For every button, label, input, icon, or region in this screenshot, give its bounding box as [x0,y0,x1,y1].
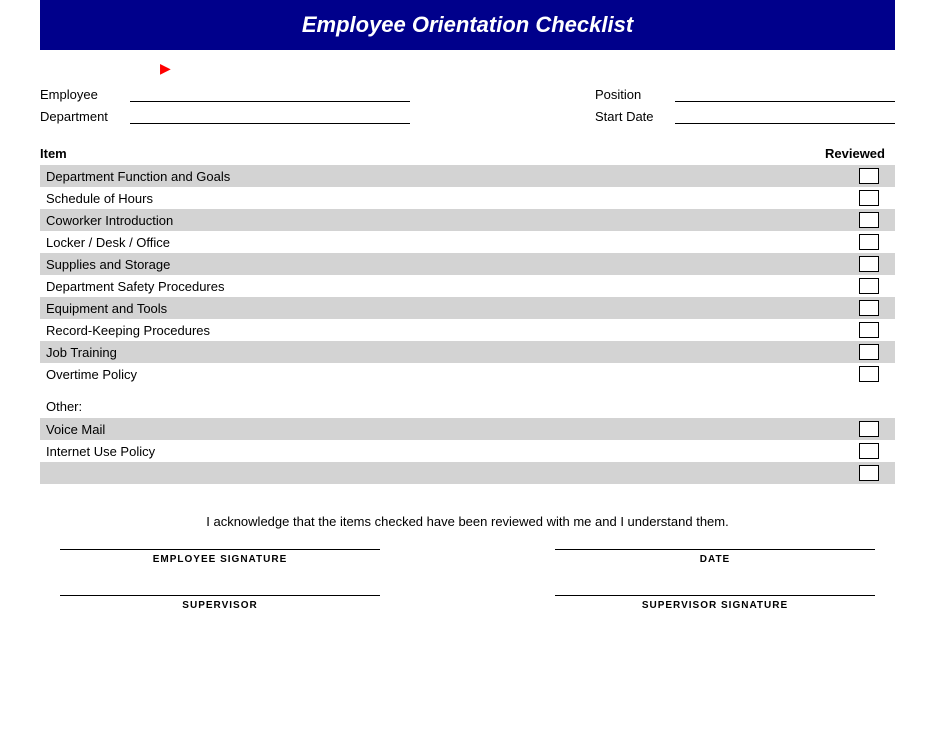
checklist-row: Coworker Introduction [40,209,895,231]
checklist-rows: Department Function and Goals Schedule o… [40,165,895,385]
signature-section-1: EMPLOYEE SIGNATURE DATE [40,549,895,565]
date-label: DATE [700,554,730,565]
position-input[interactable] [675,86,895,102]
department-input[interactable] [130,108,410,124]
checklist-item-text: Job Training [46,345,849,360]
position-group: Position [595,86,895,102]
checklist-row: Locker / Desk / Office [40,231,895,253]
other-checklist-row: Voice Mail [40,418,895,440]
checklist-row: Overtime Policy [40,363,895,385]
checklist-row: Department Safety Procedures [40,275,895,297]
supervisor-label: SUPERVISOR [182,600,257,611]
checklist-checkbox[interactable] [859,168,879,184]
other-label: Other: [46,399,82,414]
checklist-checkbox[interactable] [859,234,879,250]
checklist-row: Equipment and Tools [40,297,895,319]
employee-input[interactable] [130,86,410,102]
acknowledgment-text: I acknowledge that the items checked hav… [206,514,728,529]
red-marker: ▶ [40,60,895,78]
checklist-row: Schedule of Hours [40,187,895,209]
checklist-row: Supplies and Storage [40,253,895,275]
page: Employee Orientation Checklist ▶ Employe… [0,0,935,755]
checklist-checkbox[interactable] [859,366,879,382]
checklist-item-text: Department Function and Goals [46,169,849,184]
other-checkbox[interactable] [859,421,879,437]
other-item-text: Internet Use Policy [46,444,849,459]
checklist-row: Job Training [40,341,895,363]
col-reviewed-header: Reviewed [815,146,895,161]
employee-sig-block: EMPLOYEE SIGNATURE [60,549,380,565]
checklist-item-text: Coworker Introduction [46,213,849,228]
other-checklist-row: Internet Use Policy [40,440,895,462]
start-date-group: Start Date [595,108,895,124]
checklist-item-text: Supplies and Storage [46,257,849,272]
supervisor-line[interactable] [60,595,380,596]
checklist-item-text: Equipment and Tools [46,301,849,316]
checklist-checkbox[interactable] [859,322,879,338]
employee-label: Employee [40,87,130,102]
employee-sig-line[interactable] [60,549,380,550]
form-fields: Employee Position Department Start Date [40,86,895,124]
checklist-checkbox[interactable] [859,212,879,228]
department-label: Department [40,109,130,124]
employee-sig-label: EMPLOYEE SIGNATURE [153,554,288,565]
other-rows: Voice Mail Internet Use Policy [40,418,895,462]
checklist-checkbox[interactable] [859,344,879,360]
checklist-item-text: Record-Keeping Procedures [46,323,849,338]
date-sig-line[interactable] [555,549,875,550]
spacer-row [40,385,895,395]
other-label-row: Other: [40,395,895,418]
date-sig-block: DATE [555,549,875,565]
checklist-checkbox[interactable] [859,256,879,272]
checklist-item-text: Overtime Policy [46,367,849,382]
other-item-text: Voice Mail [46,422,849,437]
checklist-item-text: Locker / Desk / Office [46,235,849,250]
trailing-checkbox[interactable] [859,465,879,481]
supervisor-block: SUPERVISOR [60,595,380,611]
supervisor-sig-block: SUPERVISOR SIGNATURE [555,595,875,611]
checklist-checkbox[interactable] [859,190,879,206]
position-label: Position [595,87,675,102]
start-date-label: Start Date [595,109,675,124]
col-item-header: Item [40,146,815,161]
checklist-checkbox[interactable] [859,300,879,316]
start-date-input[interactable] [675,108,895,124]
supervisor-sig-line[interactable] [555,595,875,596]
acknowledgment: I acknowledge that the items checked hav… [40,514,895,529]
checklist-item-text: Schedule of Hours [46,191,849,206]
checklist-checkbox[interactable] [859,278,879,294]
checklist-row: Record-Keeping Procedures [40,319,895,341]
supervisor-sig-label: SUPERVISOR SIGNATURE [642,600,788,611]
signature-section-2: SUPERVISOR SUPERVISOR SIGNATURE [40,595,895,611]
department-row: Department Start Date [40,108,895,124]
employee-row: Employee Position [40,86,895,102]
other-checkbox[interactable] [859,443,879,459]
checklist-header: Item Reviewed [40,142,895,165]
header-title: Employee Orientation Checklist [302,12,633,37]
checklist-row: Department Function and Goals [40,165,895,187]
checklist-item-text: Department Safety Procedures [46,279,849,294]
checklist-section: Item Reviewed Department Function and Go… [40,142,895,484]
trailing-spacer-row [40,462,895,484]
header-banner: Employee Orientation Checklist [40,0,895,50]
